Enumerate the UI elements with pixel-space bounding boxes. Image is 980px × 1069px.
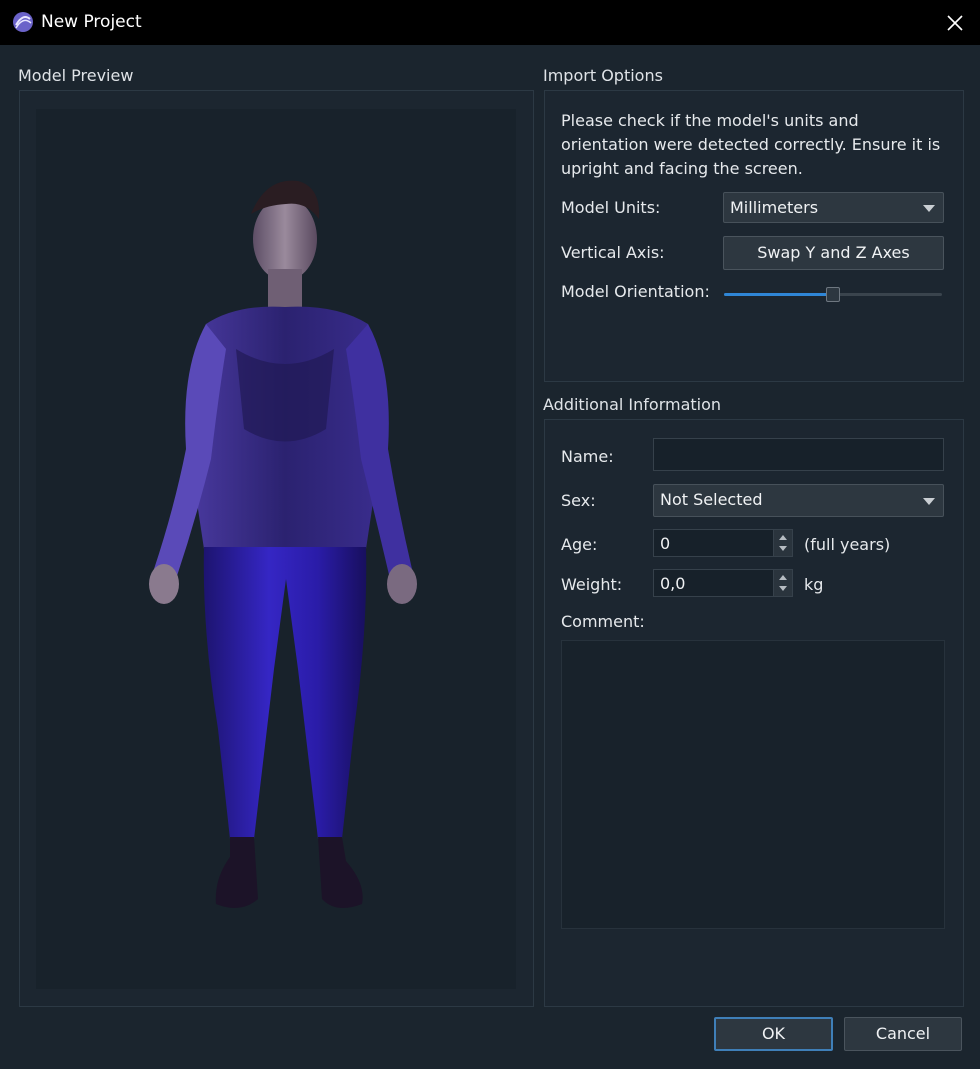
sex-label: Sex:: [561, 491, 596, 510]
import-description: Please check if the model's units and or…: [561, 111, 941, 178]
weight-unit: kg: [804, 575, 824, 594]
model-preview-panel: [19, 90, 534, 1007]
weight-label: Weight:: [561, 575, 623, 594]
comment-label: Comment:: [561, 612, 645, 631]
age-spin-buttons[interactable]: [773, 530, 792, 556]
model-viewport[interactable]: [36, 109, 516, 989]
model-units-label: Model Units:: [561, 198, 661, 217]
weight-spin-buttons[interactable]: [773, 570, 792, 596]
model-units-value: Millimeters: [730, 198, 819, 217]
age-label: Age:: [561, 535, 598, 554]
arrow-down-icon[interactable]: [779, 546, 787, 551]
name-field[interactable]: [653, 438, 944, 471]
cancel-button[interactable]: Cancel: [844, 1017, 962, 1051]
sex-dropdown[interactable]: Not Selected: [653, 484, 944, 517]
chevron-down-icon: [923, 205, 935, 212]
slider-handle[interactable]: [826, 287, 840, 302]
slider-fill: [724, 293, 833, 296]
title-bar: New Project: [0, 0, 980, 45]
weight-stepper[interactable]: 0,0: [653, 569, 793, 597]
model-units-dropdown[interactable]: Millimeters: [723, 192, 944, 223]
app-logo-icon: [12, 11, 34, 33]
age-stepper[interactable]: 0: [653, 529, 793, 557]
model-orientation-slider[interactable]: [724, 287, 944, 303]
comment-textarea[interactable]: [561, 640, 945, 929]
model-orientation-label: Model Orientation:: [561, 282, 710, 301]
sex-value: Not Selected: [660, 490, 763, 509]
age-value: 0: [660, 534, 671, 553]
arrow-down-icon[interactable]: [779, 586, 787, 591]
additional-info-label: Additional Information: [543, 395, 722, 414]
arrow-up-icon[interactable]: [779, 535, 787, 540]
close-icon[interactable]: [940, 8, 970, 38]
chevron-down-icon: [923, 498, 935, 505]
swap-axes-button[interactable]: Swap Y and Z Axes: [723, 236, 944, 270]
window-title: New Project: [41, 12, 142, 32]
ok-button[interactable]: OK: [714, 1017, 833, 1051]
vertical-axis-label: Vertical Axis:: [561, 243, 665, 262]
name-label: Name:: [561, 447, 614, 466]
model-preview-label: Model Preview: [18, 66, 134, 85]
arrow-up-icon[interactable]: [779, 575, 787, 580]
age-unit: (full years): [804, 535, 891, 554]
import-options-label: Import Options: [543, 66, 663, 85]
import-options-panel: Please check if the model's units and or…: [544, 90, 964, 382]
body-model-image: [149, 180, 417, 908]
additional-info-panel: Name: Sex: Not Selected Age: 0 (full yea…: [544, 419, 964, 1007]
weight-value: 0,0: [660, 574, 686, 593]
